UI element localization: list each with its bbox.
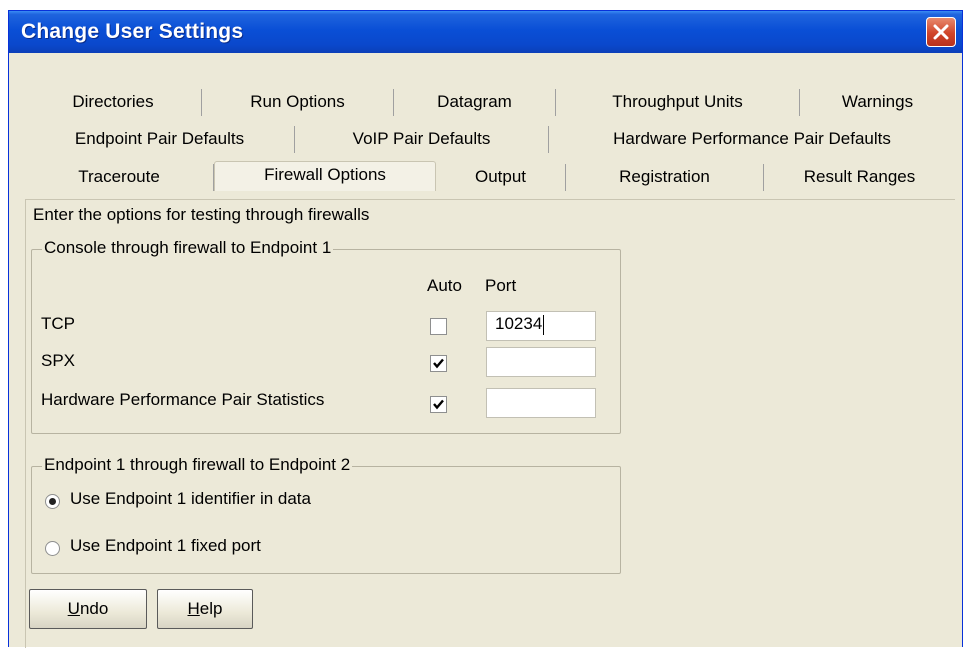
tcp-port-field[interactable]: 10234 xyxy=(486,311,596,341)
hw-perf-stats-port-field[interactable] xyxy=(486,388,596,418)
help-button[interactable]: Help xyxy=(157,589,253,629)
tab-hardware-performance-pair-defaults[interactable]: Hardware Performance Pair Defaults xyxy=(549,126,955,153)
help-label-rest: elp xyxy=(199,599,223,618)
undo-button[interactable]: Undo xyxy=(29,589,147,629)
console-firewall-group: Console through firewall to Endpoint 1 A… xyxy=(31,238,621,434)
dialog-window: Change User Settings Directories Run Opt… xyxy=(8,10,963,648)
spx-auto-checkbox[interactable] xyxy=(430,355,447,372)
window-title: Change User Settings xyxy=(21,20,244,43)
identifier-radio[interactable] xyxy=(45,494,60,509)
hw-perf-stats-auto-checkbox[interactable] xyxy=(430,396,447,413)
tab-firewall-options[interactable]: Firewall Options xyxy=(214,161,436,191)
tab-output[interactable]: Output xyxy=(436,164,566,191)
tcp-label: TCP xyxy=(41,314,75,333)
auto-column-header: Auto xyxy=(427,276,462,295)
tab-row-3: Traceroute Firewall Options Output Regis… xyxy=(25,161,955,191)
tab-result-ranges[interactable]: Result Ranges xyxy=(764,164,955,191)
tab-row-2: Endpoint Pair Defaults VoIP Pair Default… xyxy=(25,126,955,153)
port-column-header: Port xyxy=(485,276,517,295)
close-button[interactable] xyxy=(926,17,956,47)
identifier-option-label[interactable]: Use Endpoint 1 identifier in data xyxy=(70,489,311,509)
tab-throughput-units[interactable]: Throughput Units xyxy=(556,89,800,116)
text-caret xyxy=(543,314,545,335)
tab-run-options[interactable]: Run Options xyxy=(202,89,394,116)
tcp-auto-checkbox[interactable] xyxy=(430,318,447,335)
endpoint-firewall-group: Endpoint 1 through firewall to Endpoint … xyxy=(31,455,621,574)
hw-perf-stats-label: Hardware Performance Pair Statistics xyxy=(41,390,325,409)
tab-registration[interactable]: Registration xyxy=(566,164,764,191)
tcp-port-value: 10234 xyxy=(495,314,543,333)
tab-endpoint-pair-defaults[interactable]: Endpoint Pair Defaults xyxy=(25,126,295,153)
undo-label-rest: ndo xyxy=(79,599,109,618)
tab-voip-pair-defaults[interactable]: VoIP Pair Defaults xyxy=(295,126,549,153)
tab-warnings[interactable]: Warnings xyxy=(800,89,955,116)
console-group-title: Console through firewall to Endpoint 1 xyxy=(42,238,334,258)
panel-prompt: Enter the options for testing through fi… xyxy=(33,205,370,224)
title-bar[interactable]: Change User Settings xyxy=(9,11,962,53)
help-mnemonic: H xyxy=(187,599,200,618)
checkmark-icon xyxy=(433,358,444,369)
spx-port-field[interactable] xyxy=(486,347,596,377)
tab-directories[interactable]: Directories xyxy=(25,89,202,116)
close-x-icon xyxy=(933,24,949,40)
fixed-port-radio[interactable] xyxy=(45,541,60,556)
tab-row-1: Directories Run Options Datagram Through… xyxy=(25,89,955,116)
checkmark-icon xyxy=(433,399,444,410)
tab-datagram[interactable]: Datagram xyxy=(394,89,556,116)
tab-traceroute[interactable]: Traceroute xyxy=(25,164,214,191)
spx-label: SPX xyxy=(41,351,76,370)
endpoint-group-title: Endpoint 1 through firewall to Endpoint … xyxy=(42,455,353,475)
radio-selected-dot xyxy=(49,498,56,505)
undo-mnemonic: U xyxy=(67,599,80,618)
fixed-port-option-label[interactable]: Use Endpoint 1 fixed port xyxy=(70,536,261,556)
